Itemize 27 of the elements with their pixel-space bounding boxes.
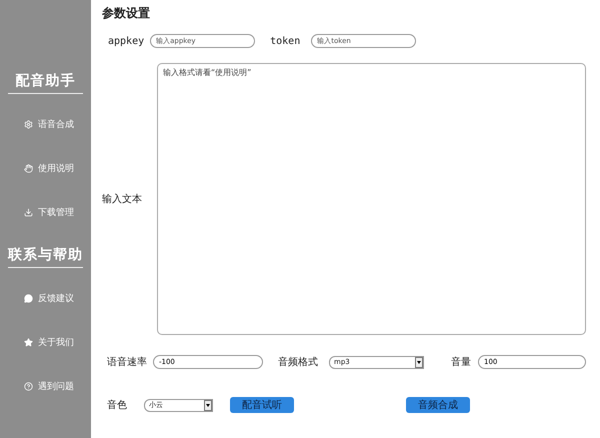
action-button[interactable]: 配音试听 [230,397,294,413]
sidebar-item[interactable]: 语音合成 [0,102,91,146]
help-icon [24,382,33,390]
panel-title: 参数设置 [102,5,151,22]
section-title: 联系与帮助 [8,246,83,268]
field-label: 音量 [451,356,472,369]
sidebar-item[interactable]: 关于我们 [0,320,91,364]
field-label: 音色 [107,398,128,412]
caret-icon [415,356,423,368]
field-label: 音频格式 [278,356,319,369]
hand-icon [24,164,33,172]
text-input-area[interactable]: 输入格式请看“使用说明” [157,63,586,335]
field-label: token [270,36,300,46]
section-title: 配音助手 [8,72,83,94]
chat-bubble-icon [24,294,33,302]
field-label: appkey [108,36,144,46]
caret-icon [204,400,212,410]
sidebar-item[interactable]: 下载管理 [0,190,91,234]
action-button[interactable]: 音频合成 [406,397,470,413]
gear-icon [24,120,33,128]
field-label: 语音速率 [107,356,148,369]
sidebar-item[interactable]: 反馈建议 [0,276,91,320]
field-label: 输入文本 [102,192,143,206]
star-icon [24,338,33,346]
sidebar-item[interactable]: 遇到问题 [0,364,91,408]
download-icon [24,208,33,216]
sidebar-item[interactable]: 使用说明 [0,146,91,190]
